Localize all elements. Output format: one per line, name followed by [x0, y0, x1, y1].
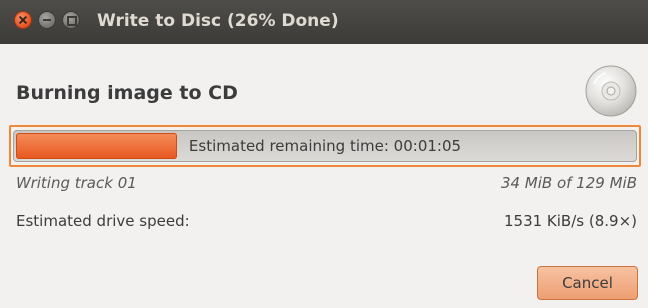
track-status-label: Writing track 01	[16, 174, 137, 192]
close-window-icon[interactable]	[14, 11, 32, 29]
optical-disc-icon	[585, 65, 637, 117]
minimize-window-icon[interactable]	[38, 11, 56, 29]
window-title: Write to Disc (26% Done)	[97, 11, 339, 31]
drive-speed-value: 1531 KiB/s (8.9×)	[503, 212, 637, 230]
burn-progress-bar: Estimated remaining time: 00:01:05	[13, 130, 637, 162]
drive-speed-label: Estimated drive speed:	[16, 212, 190, 230]
cancel-button[interactable]: Cancel	[537, 266, 638, 300]
maximize-window-icon[interactable]	[62, 11, 80, 29]
burn-heading: Burning image to CD	[16, 82, 238, 104]
track-size-value: 34 MiB of 129 MiB	[500, 174, 637, 192]
remaining-time-text: Estimated remaining time: 00:01:05	[188, 137, 462, 155]
title-bar[interactable]: Write to Disc (26% Done)	[0, 0, 648, 44]
burn-dialog: Write to Disc (26% Done) Burning image t…	[0, 0, 648, 308]
